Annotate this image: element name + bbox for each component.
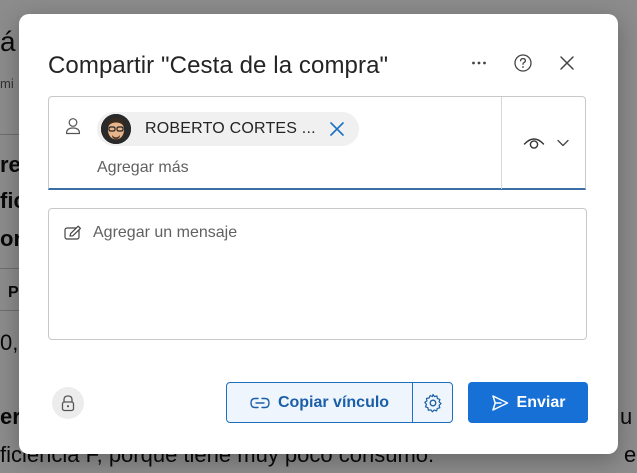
- gear-icon: [423, 393, 442, 412]
- help-button[interactable]: [512, 52, 534, 74]
- more-options-button[interactable]: [468, 52, 490, 74]
- link-settings-button[interactable]: [413, 383, 452, 422]
- recipients-field[interactable]: ROBERTO CORTES ... Agregar más: [48, 96, 586, 190]
- close-icon: [560, 56, 574, 70]
- person-icon: [65, 118, 81, 135]
- recipient-name: ROBERTO CORTES ...: [145, 120, 316, 137]
- dialog-title: Compartir "Cesta de la compra": [48, 52, 389, 79]
- close-button[interactable]: [556, 52, 578, 74]
- link-icon: [250, 397, 270, 408]
- edit-message-icon: [64, 225, 81, 240]
- send-icon: [491, 394, 508, 411]
- send-button[interactable]: Enviar: [468, 382, 588, 423]
- add-more-input[interactable]: Agregar más: [97, 159, 189, 177]
- eye-icon: [523, 138, 545, 149]
- recipient-chip[interactable]: ROBERTO CORTES ...: [97, 112, 359, 146]
- more-horizontal-icon: [472, 61, 486, 65]
- copy-link-label: Copiar vínculo: [277, 393, 390, 411]
- copy-link-button[interactable]: Copiar vínculo: [227, 383, 412, 422]
- help-circle-icon: [514, 54, 532, 72]
- link-settings-lock-button[interactable]: [52, 387, 84, 419]
- message-placeholder: Agregar un mensaje: [93, 224, 238, 241]
- chevron-down-icon: [557, 139, 569, 147]
- permission-dropdown[interactable]: [511, 127, 581, 159]
- message-field[interactable]: Agregar un mensaje: [48, 208, 587, 340]
- permission-divider: [501, 97, 502, 189]
- remove-recipient-icon[interactable]: [327, 119, 347, 139]
- send-label: Enviar: [516, 393, 566, 411]
- lock-icon: [61, 395, 75, 412]
- avatar: [101, 114, 131, 144]
- share-dialog: Compartir "Cesta de la compra" ROBERTO C…: [19, 14, 618, 454]
- copy-link-group: Copiar vínculo: [226, 382, 453, 423]
